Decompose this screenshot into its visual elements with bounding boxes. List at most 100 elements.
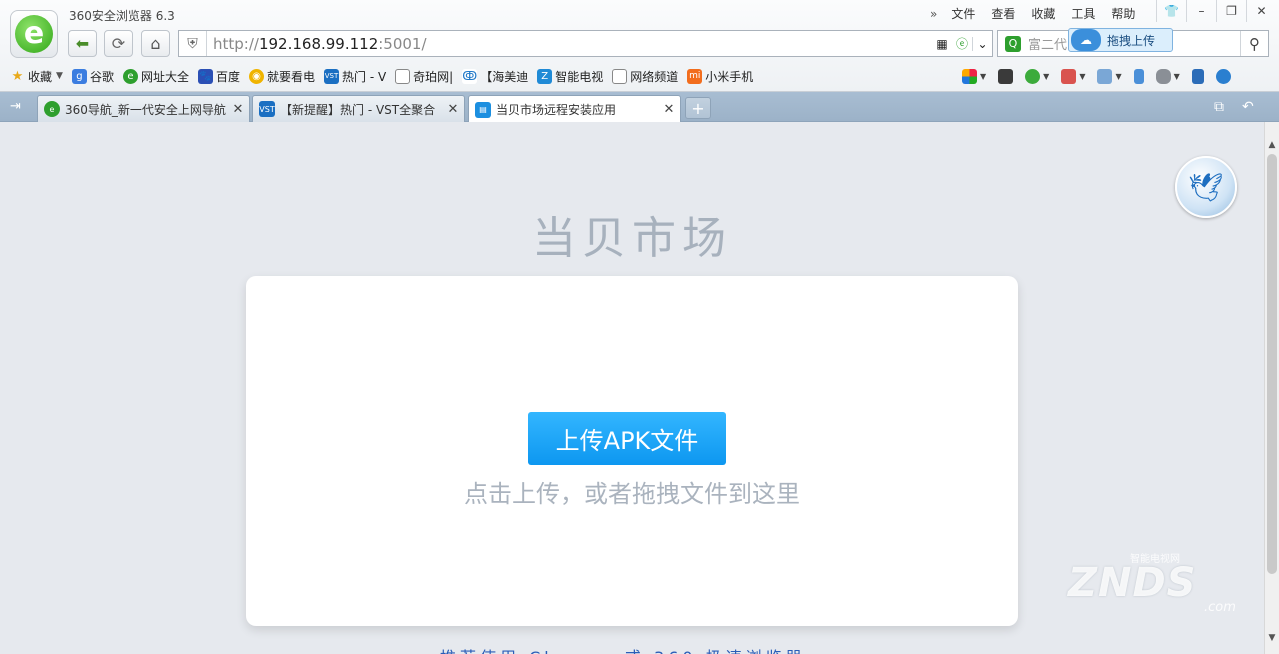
bookmark-label: 网址大全 bbox=[140, 69, 189, 84]
tv-icon: ◉ bbox=[248, 68, 264, 84]
address-tail: ▦ ⓔ ⌄ bbox=[932, 31, 992, 56]
bookmark-label: 百度 bbox=[215, 69, 240, 84]
caret-down-icon[interactable]: ▼ bbox=[1043, 72, 1049, 81]
apps-grid-button[interactable]: ▼ bbox=[962, 68, 986, 84]
bookmark-smart-tv[interactable]: Z 智能电视 bbox=[537, 68, 603, 85]
url-scheme: http:// bbox=[213, 34, 259, 53]
bookmark-vst-hot[interactable]: VST 热门 - V bbox=[324, 68, 386, 85]
bookmark-url-directory[interactable]: e 网址大全 bbox=[122, 68, 189, 85]
caret-down-icon[interactable]: ▼ bbox=[1079, 72, 1085, 81]
tab-360-nav[interactable]: e 360导航_新一代安全上网导航 ✕ bbox=[37, 95, 250, 122]
wrench-icon bbox=[1191, 68, 1204, 84]
video-button[interactable] bbox=[998, 68, 1014, 84]
search-input[interactable]: 富二代 bbox=[1028, 34, 1067, 53]
caret-down-icon[interactable]: ▼ bbox=[1115, 72, 1121, 81]
close-tab-icon[interactable]: ✕ bbox=[442, 102, 464, 117]
tab-list-icon[interactable]: ⧉ bbox=[1214, 99, 1224, 115]
caret-down-icon[interactable]: ▼ bbox=[56, 71, 63, 81]
vst-icon: VST bbox=[259, 101, 275, 117]
bookmark-favorites[interactable]: ★ 收藏 ▼ bbox=[10, 68, 63, 85]
arrow-left-icon: ⬅ bbox=[75, 34, 90, 53]
menu-view[interactable]: 查看 bbox=[991, 5, 1015, 22]
address-bar[interactable]: ⛨ http://192.168.99.112:5001/ ▦ ⓔ ⌄ bbox=[178, 30, 993, 57]
bookmark-baidu[interactable]: 🐾 百度 bbox=[197, 68, 240, 85]
wrench-button[interactable] bbox=[1191, 68, 1204, 84]
scroll-up-icon[interactable]: ▲ bbox=[1265, 136, 1279, 153]
address-url[interactable]: http://192.168.99.112:5001/ bbox=[207, 35, 427, 53]
bookmark-label: 小米手机 bbox=[705, 69, 754, 84]
restore-button[interactable]: ❐ bbox=[1216, 0, 1246, 22]
tab-label: 当贝市场远程安装应用 bbox=[496, 103, 617, 117]
search-engine-selector[interactable]: Q bbox=[998, 31, 1028, 56]
assistant-icon bbox=[1215, 68, 1231, 84]
screenshot-icon bbox=[1097, 68, 1113, 84]
home-button[interactable]: ⌂ bbox=[141, 30, 170, 57]
bookmark-label: 智能电视 bbox=[555, 69, 604, 84]
scroll-thumb[interactable] bbox=[1267, 154, 1277, 574]
browser-recommendation: 推荐使用 Chrome 或 360 极速浏览器 bbox=[440, 644, 806, 654]
bookmark-watch-tv[interactable]: ◉ 就要看电 bbox=[248, 68, 315, 85]
apps-grid-icon bbox=[962, 68, 977, 84]
bookmark-xiaomi[interactable]: mi 小米手机 bbox=[687, 68, 753, 85]
menu-bar: » 文件 查看 收藏 工具 帮助 bbox=[930, 5, 1151, 22]
bookmark-google[interactable]: g 谷歌 bbox=[71, 68, 114, 85]
close-tab-icon[interactable]: ✕ bbox=[227, 102, 249, 117]
menu-favorites[interactable]: 收藏 bbox=[1031, 5, 1055, 22]
security-button[interactable]: ▼ bbox=[1025, 68, 1049, 84]
bookmark-label: 收藏 bbox=[28, 69, 53, 84]
drag-upload-tooltip[interactable]: ☁ 拖拽上传 bbox=[1068, 28, 1173, 52]
menu-tools[interactable]: 工具 bbox=[1071, 5, 1095, 22]
caret-down-icon[interactable]: ▼ bbox=[1174, 72, 1180, 81]
gamepad-icon bbox=[1155, 68, 1171, 84]
bookmark-label: 网络频道 bbox=[630, 69, 679, 84]
assistant-button[interactable] bbox=[1215, 68, 1231, 84]
page-icon bbox=[612, 68, 628, 84]
browser-logo[interactable]: e bbox=[10, 10, 58, 58]
menu-help[interactable]: 帮助 bbox=[1111, 5, 1135, 22]
bookmark-label: 【海美迪 bbox=[480, 69, 529, 84]
undo-close-tab-icon[interactable]: ↶ bbox=[1242, 99, 1254, 115]
chevron-down-icon[interactable]: ⌄ bbox=[972, 36, 992, 51]
vertical-scrollbar[interactable]: ▲ ▼ bbox=[1264, 122, 1279, 654]
upload-apk-button[interactable]: 上传APK文件 bbox=[528, 412, 726, 465]
sidebar-toggle-icon[interactable]: ⇥ bbox=[10, 99, 21, 114]
refresh-icon: ⟳ bbox=[111, 34, 126, 53]
search-icon[interactable]: ⚲ bbox=[1240, 31, 1268, 56]
window-controls: 👕 – ❐ ✕ bbox=[1156, 0, 1276, 22]
bookmark-himedia[interactable]: ↂ 【海美迪 bbox=[462, 68, 528, 85]
cloud-upload-icon: ☁ bbox=[1071, 29, 1101, 51]
scroll-down-icon[interactable]: ▼ bbox=[1265, 629, 1279, 646]
ie-mode-icon[interactable]: ⓔ bbox=[952, 35, 972, 52]
watermark-subtitle: 智能电视网 bbox=[1130, 554, 1180, 565]
back-button[interactable]: ⬅ bbox=[68, 30, 97, 57]
menu-file[interactable]: 文件 bbox=[951, 5, 975, 22]
mobile-button[interactable] bbox=[1133, 68, 1144, 84]
url-port-path: :5001/ bbox=[378, 34, 427, 53]
tab-dangbei-market[interactable]: ▤ 当贝市场远程安装应用 ✕ bbox=[468, 95, 681, 123]
google-icon: g bbox=[71, 68, 87, 84]
close-tab-icon[interactable]: ✕ bbox=[658, 102, 680, 117]
caret-down-icon[interactable]: ▼ bbox=[980, 72, 986, 81]
minimize-button[interactable]: – bbox=[1186, 0, 1216, 22]
bookmark-label: 热门 - V bbox=[342, 69, 387, 84]
dangbei-icon: ▤ bbox=[475, 101, 491, 118]
translate-button[interactable]: ▼ bbox=[1061, 68, 1085, 84]
security-shield-icon bbox=[1025, 68, 1041, 84]
refresh-button[interactable]: ⟳ bbox=[104, 30, 133, 57]
plus-icon: + bbox=[691, 98, 705, 118]
skin-icon[interactable]: 👕 bbox=[1156, 0, 1186, 22]
chevron-double-right-icon[interactable]: » bbox=[930, 7, 937, 21]
page-title: 当贝市场 bbox=[532, 213, 732, 264]
bookmark-network-channel[interactable]: 网络频道 bbox=[612, 68, 678, 85]
new-tab-button[interactable]: + bbox=[685, 97, 711, 119]
shield-icon[interactable]: ⛨ bbox=[179, 31, 207, 56]
upload-dropzone[interactable]: 上传APK文件 点击上传，或者拖拽文件到这里 bbox=[246, 276, 1018, 626]
bookmark-qipo[interactable]: 奇珀网| bbox=[395, 68, 453, 85]
close-button[interactable]: ✕ bbox=[1246, 0, 1276, 22]
qr-code-icon[interactable]: ▦ bbox=[932, 37, 952, 51]
game-button[interactable]: ▼ bbox=[1155, 68, 1180, 84]
tab-vst[interactable]: VST 【新提醒】热门 - VST全聚合 ✕ bbox=[252, 95, 465, 122]
page-icon bbox=[395, 68, 411, 84]
video-play-icon bbox=[998, 68, 1014, 84]
screenshot-button[interactable]: ▼ bbox=[1097, 68, 1122, 84]
